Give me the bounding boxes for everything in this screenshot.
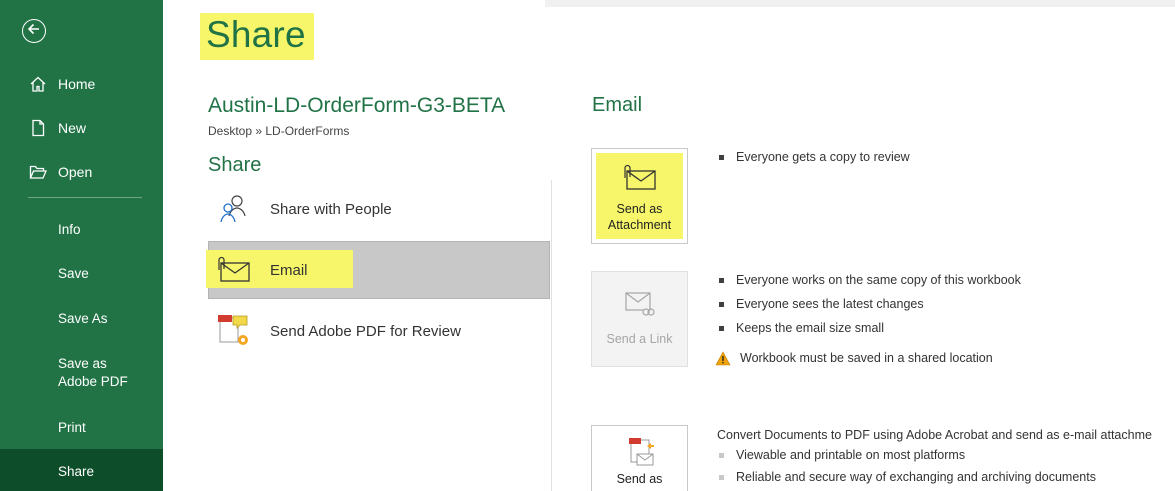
share-heading: Share [208, 154, 262, 176]
send-adobe-pdf-review-label: Send Adobe PDF for Review [270, 322, 461, 340]
page-title: Share [200, 13, 314, 60]
nav-save-as-label: Save As [58, 310, 108, 326]
nav-info-label: Info [58, 221, 81, 237]
nav-open[interactable]: Open [0, 150, 163, 194]
send-a-link-button[interactable]: Send a Link [591, 271, 688, 367]
document-path: Desktop » LD-OrderForms [208, 124, 350, 138]
open-folder-icon [28, 162, 48, 182]
nav-share-label: Share [58, 463, 95, 479]
send-as-attachment-button[interactable]: Send as Attachment [591, 148, 688, 244]
send-as-attachment-line2: Attachment [607, 217, 672, 232]
nav-save-as-adobe-pdf[interactable]: Save as Adobe PDF [0, 341, 140, 405]
nav-new-label: New [58, 120, 87, 136]
nav-new[interactable]: New [0, 106, 163, 150]
warning-icon [715, 350, 731, 366]
list-item: Everyone works on the same copy of this … [719, 268, 1021, 292]
sidebar-divider [28, 197, 142, 198]
email-option-content[interactable]: Email [208, 241, 550, 299]
document-name: Austin-LD-OrderForm-G3-BETA [208, 94, 506, 117]
backstage-sidebar: Home New Open Info Save Save As Save as … [0, 0, 163, 491]
nav-home-label: Home [58, 76, 96, 92]
back-arrow-icon [27, 22, 41, 41]
people-icon [212, 189, 256, 229]
send-adobe-pdf-review-option[interactable]: Send Adobe PDF for Review [208, 302, 550, 360]
email-link-icon [624, 288, 656, 320]
pdf-email-icon [623, 436, 657, 468]
email-label: Email [270, 261, 308, 279]
adobe-pdf-review-icon [212, 311, 256, 351]
column-divider [551, 180, 552, 491]
nav-open-label: Open [58, 164, 93, 180]
send-as-attachment-line1: Send as [616, 202, 663, 216]
email-attachment-icon [621, 162, 659, 194]
email-heading: Email [592, 94, 643, 116]
nav-print[interactable]: Print [0, 405, 163, 449]
nav-print-label: Print [58, 419, 86, 435]
nav-save-label: Save [58, 265, 89, 281]
top-strip [545, 0, 1175, 7]
shared-location-warning: Workbook must be saved in a shared locat… [715, 346, 1021, 370]
nav-save[interactable]: Save [0, 251, 163, 295]
nav-home[interactable]: Home [0, 62, 163, 106]
share-with-people-option[interactable]: Share with People [208, 180, 550, 238]
list-item: Everyone sees the latest changes [719, 292, 1021, 316]
new-document-icon [28, 118, 48, 138]
send-as-pdf-button[interactable]: Send as [591, 425, 688, 491]
list-item: Reliable and secure way of exchanging an… [719, 466, 1096, 488]
send-as-attachment-label: Send as Attachment [608, 202, 671, 233]
email-attachment-icon [212, 250, 256, 290]
convert-to-pdf-text: Convert Documents to PDF using Adobe Acr… [717, 428, 1152, 442]
nav-save-as[interactable]: Save As [0, 295, 163, 341]
link-bullets: Everyone works on the same copy of this … [715, 268, 1021, 370]
pdf-bullets: Viewable and printable on most platforms… [719, 444, 1096, 488]
back-button[interactable] [22, 19, 46, 43]
nav-save-as-adobe-pdf-label: Save as Adobe PDF [58, 356, 128, 389]
list-item: Keeps the email size small [719, 316, 1021, 340]
send-as-pdf-label: Send as [616, 472, 663, 486]
nav-share[interactable]: Share [0, 449, 163, 491]
list-item: Viewable and printable on most platforms [719, 444, 1096, 466]
nav-info[interactable]: Info [0, 207, 163, 251]
attachment-bullets: Everyone gets a copy to review [719, 145, 910, 169]
share-with-people-label: Share with People [270, 200, 392, 218]
list-item: Everyone gets a copy to review [719, 145, 910, 169]
home-icon [28, 74, 48, 94]
send-a-link-label: Send a Link [606, 332, 673, 346]
